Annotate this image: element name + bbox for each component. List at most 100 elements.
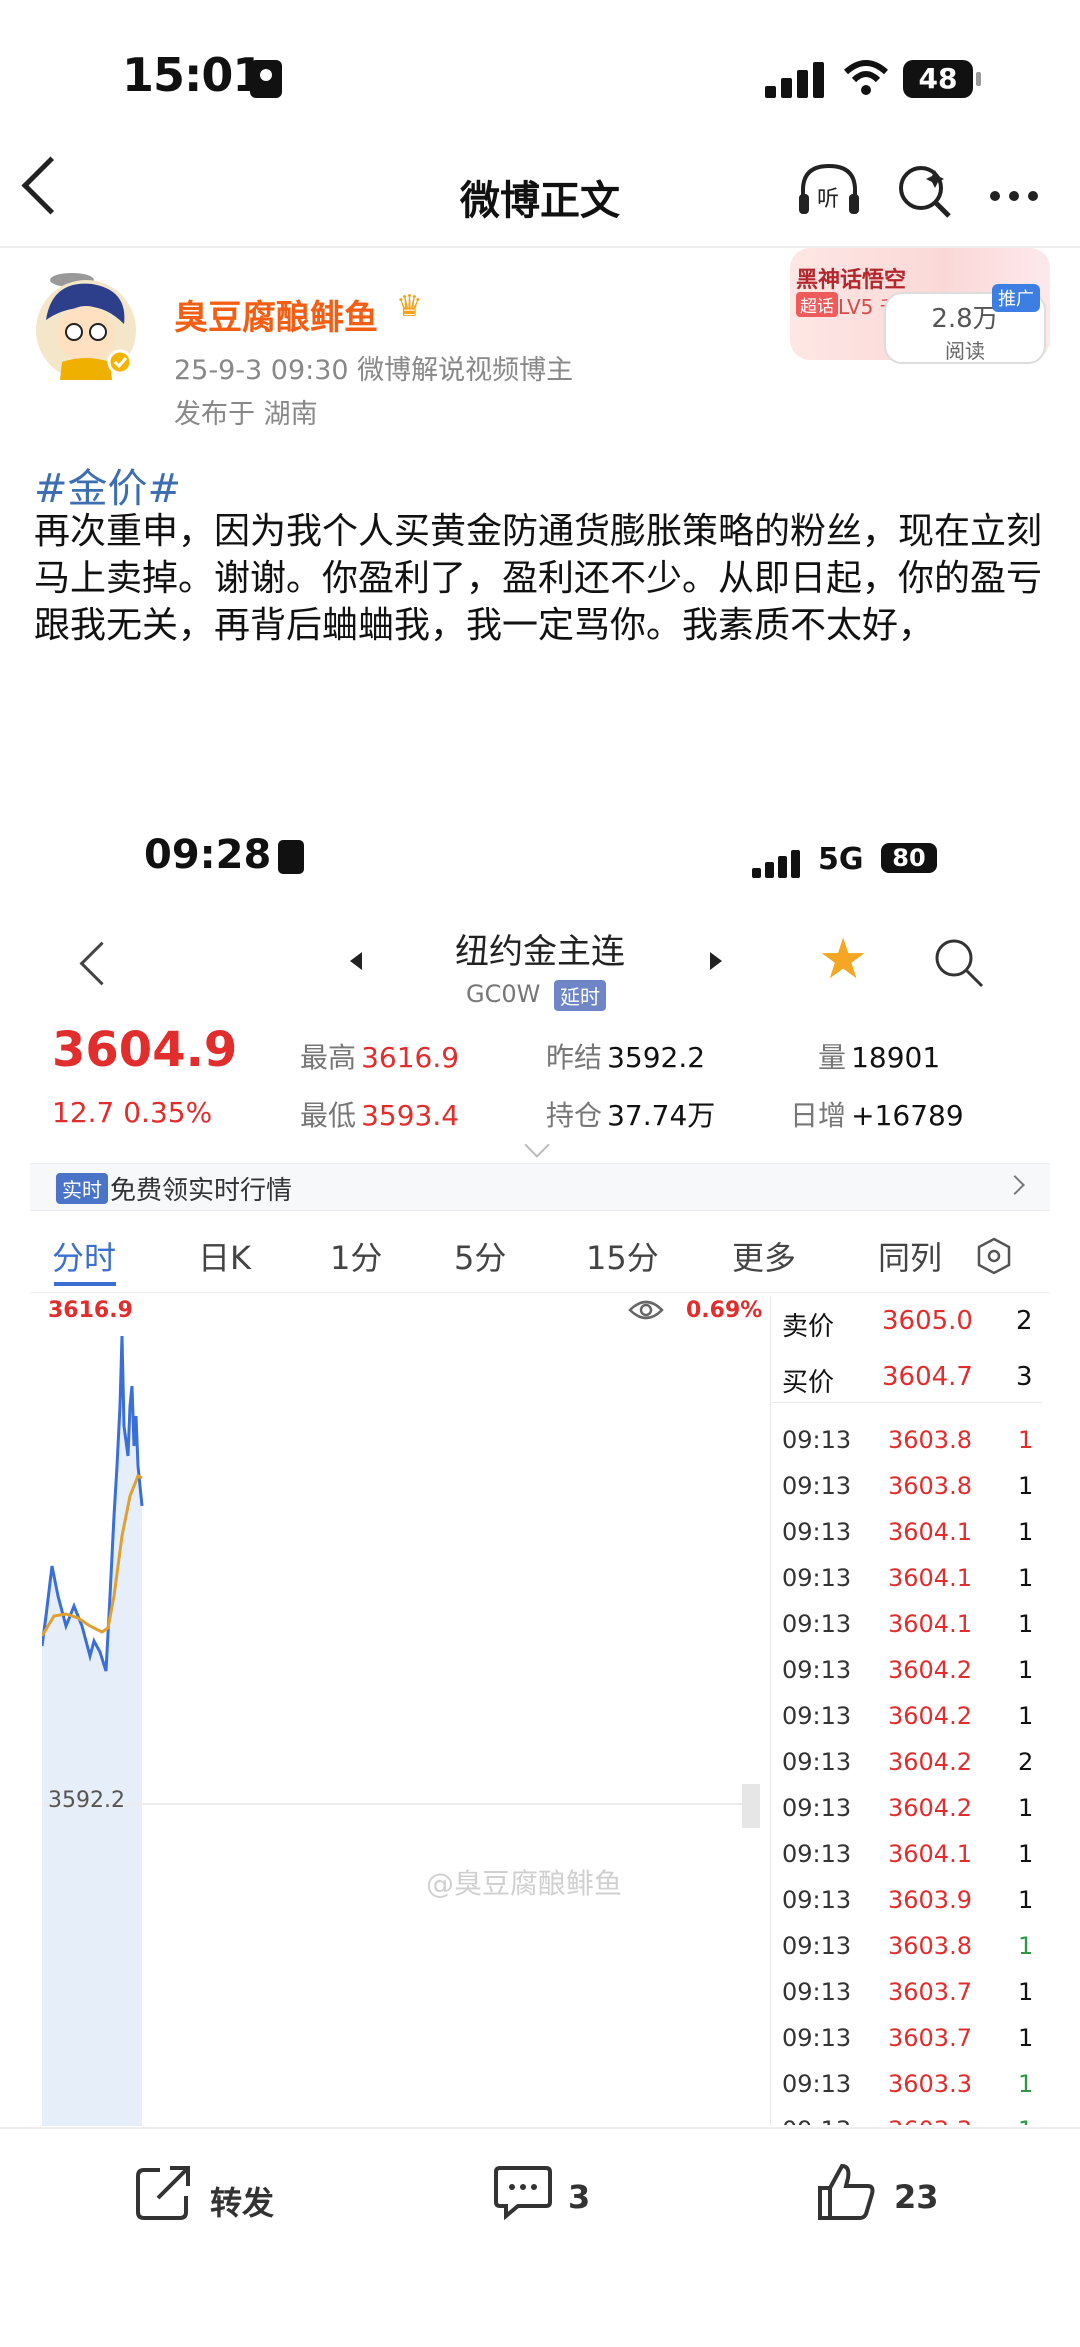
post-body: 再次重申，因为我个人买黄金防通货膨胀策略的粉丝，现在立刻马上卖掉。谢谢。你盈利了… bbox=[34, 511, 1043, 646]
last-price: 3604.9 bbox=[52, 1022, 238, 1078]
panel-divider bbox=[770, 1296, 771, 2126]
tab-same-list: 同列 bbox=[878, 1239, 943, 1277]
cellular-signal-icon bbox=[765, 62, 829, 98]
trade-row: 09:13 3604.2 1 bbox=[780, 1650, 1046, 1696]
value: 18901 bbox=[851, 1041, 941, 1074]
trade-time: 09:13 bbox=[782, 1564, 852, 1592]
star-icon: ★ bbox=[818, 927, 869, 992]
trade-price: 3604.2 bbox=[888, 1794, 972, 1822]
like-count[interactable]: 23 bbox=[894, 2178, 939, 2216]
comment-count[interactable]: 3 bbox=[568, 2178, 590, 2216]
embedded-status-time: 09:28 bbox=[144, 832, 272, 878]
trade-qty: 1 bbox=[1018, 1472, 1034, 1500]
trade-qty: 1 bbox=[1018, 1564, 1034, 1592]
trade-row: 09:13 3604.1 1 bbox=[780, 1834, 1046, 1880]
embedded-focus-icon bbox=[278, 840, 304, 874]
listen-headphones-icon[interactable]: 听 bbox=[795, 160, 863, 220]
trade-row: 09:13 3603.7 1 bbox=[780, 2018, 1046, 2064]
trade-row: 09:13 3604.1 1 bbox=[780, 1512, 1046, 1558]
repost-button[interactable]: 转发 bbox=[210, 2178, 274, 2224]
tab-more: 更多 bbox=[732, 1239, 797, 1277]
label: 量 bbox=[818, 1041, 847, 1074]
trade-price: 3603.3 bbox=[888, 2116, 972, 2125]
active-tab-indicator bbox=[54, 1282, 116, 1286]
buy-price: 3604.7 bbox=[882, 1362, 973, 1392]
label: 持仓 bbox=[546, 1099, 603, 1132]
trade-time: 09:13 bbox=[782, 1794, 852, 1822]
trade-price: 3603.8 bbox=[888, 1472, 972, 1500]
post-location: 发布于 湖南 bbox=[174, 399, 318, 430]
quote-low: 最低 3593.4 bbox=[300, 1094, 459, 1134]
expand-chevron-icon bbox=[524, 1132, 550, 1158]
quote-open-interest: 持仓 37.74万 bbox=[546, 1094, 715, 1134]
trade-row: 09:13 3603.9 1 bbox=[780, 1880, 1046, 1926]
quote-prev-settle: 昨结 3592.2 bbox=[546, 1036, 705, 1076]
action-bar-divider bbox=[0, 2127, 1080, 2129]
trade-price: 3604.2 bbox=[888, 1702, 972, 1730]
promo-title: 黑神话悟空 bbox=[796, 268, 907, 293]
comment-icon[interactable] bbox=[492, 2162, 554, 2222]
trade-qty: 2 bbox=[1018, 1748, 1034, 1776]
chart-high-label: 3616.9 bbox=[48, 1298, 133, 1323]
tab-5min: 5分 bbox=[454, 1239, 507, 1277]
delay-tag: 延时 bbox=[554, 980, 606, 1011]
weibo-watermark: @臭豆腐酿鲱鱼 bbox=[426, 1867, 623, 1900]
sell-qty: 2 bbox=[1016, 1306, 1033, 1336]
trade-row: 09:13 3604.1 1 bbox=[780, 1604, 1046, 1650]
quote-high: 最高 3616.9 bbox=[300, 1036, 459, 1076]
trade-time: 09:13 bbox=[782, 1518, 852, 1546]
trade-qty: 1 bbox=[1018, 1794, 1034, 1822]
repost-icon[interactable] bbox=[134, 2162, 196, 2222]
trade-price: 3603.9 bbox=[888, 1886, 972, 1914]
embedded-signal-icon bbox=[752, 850, 804, 878]
trade-qty: 1 bbox=[1018, 1426, 1034, 1454]
value: 37.74万 bbox=[607, 1099, 716, 1132]
like-thumb-icon[interactable] bbox=[816, 2162, 878, 2222]
trade-time: 09:13 bbox=[782, 1978, 852, 2006]
trade-qty: 1 bbox=[1018, 1610, 1034, 1638]
eye-icon bbox=[628, 1300, 664, 1320]
trade-qty: 1 bbox=[1018, 1840, 1034, 1868]
author-name[interactable]: 臭豆腐酿鲱鱼 bbox=[174, 290, 378, 339]
value: 3593.4 bbox=[361, 1099, 460, 1132]
hashtag-link[interactable]: #金价# bbox=[34, 456, 181, 514]
tab-daily-k: 日K bbox=[198, 1239, 251, 1277]
orderbook-divider bbox=[772, 1402, 1042, 1403]
trade-qty: 1 bbox=[1018, 1886, 1034, 1914]
more-options-icon[interactable] bbox=[990, 186, 1047, 205]
quote-volume: 量 18901 bbox=[818, 1036, 940, 1076]
trade-row: 09:13 3603.8 1 bbox=[780, 1926, 1046, 1972]
read-count-label: 阅读 bbox=[945, 339, 985, 363]
trade-row: 09:13 3603.8 1 bbox=[780, 1420, 1046, 1466]
focus-mode-icon bbox=[250, 60, 282, 98]
label: 最低 bbox=[300, 1099, 357, 1132]
trade-ticker: 09:13 3603.8 1 09:13 3603.8 1 09:13 3604.1 1 09:1… bbox=[780, 1420, 1046, 2125]
trade-time: 09:13 bbox=[782, 1840, 852, 1868]
trade-price: 3603.8 bbox=[888, 1426, 972, 1454]
trade-time: 09:13 bbox=[782, 1748, 852, 1776]
trade-row: 09:13 3604.2 1 bbox=[780, 1788, 1046, 1834]
sell-label: 卖价 bbox=[782, 1312, 835, 1342]
trade-row: 09:13 3603.3 1 bbox=[780, 2110, 1046, 2125]
trade-price: 3604.1 bbox=[888, 1518, 972, 1546]
embedded-network: 5G bbox=[818, 842, 864, 877]
search-icon[interactable] bbox=[895, 162, 955, 222]
trade-row: 09:13 3604.2 1 bbox=[780, 1696, 1046, 1742]
trade-time: 09:13 bbox=[782, 2024, 852, 2052]
battery-indicator: 48 bbox=[903, 60, 973, 98]
tab-divider bbox=[30, 1292, 1050, 1293]
label: 最高 bbox=[300, 1041, 357, 1074]
trade-qty: 1 bbox=[1018, 2070, 1034, 2098]
wifi-icon bbox=[843, 60, 889, 95]
trade-row: 09:13 3603.7 1 bbox=[780, 1972, 1046, 2018]
post-meta: 25-9-3 09:30 微博解说视频博主 bbox=[174, 355, 574, 386]
trade-time: 09:13 bbox=[782, 1610, 852, 1638]
ad-tag: 推广 bbox=[992, 284, 1040, 312]
chart-side-handle bbox=[742, 1784, 760, 1828]
trade-qty: 1 bbox=[1018, 1656, 1034, 1684]
author-avatar[interactable] bbox=[32, 262, 140, 382]
trade-time: 09:13 bbox=[782, 2070, 852, 2098]
trade-row: 09:13 3603.3 1 bbox=[780, 2064, 1046, 2110]
chart-prev-close-label: 3592.2 bbox=[48, 1788, 125, 1813]
tab-15min: 15分 bbox=[586, 1239, 659, 1277]
